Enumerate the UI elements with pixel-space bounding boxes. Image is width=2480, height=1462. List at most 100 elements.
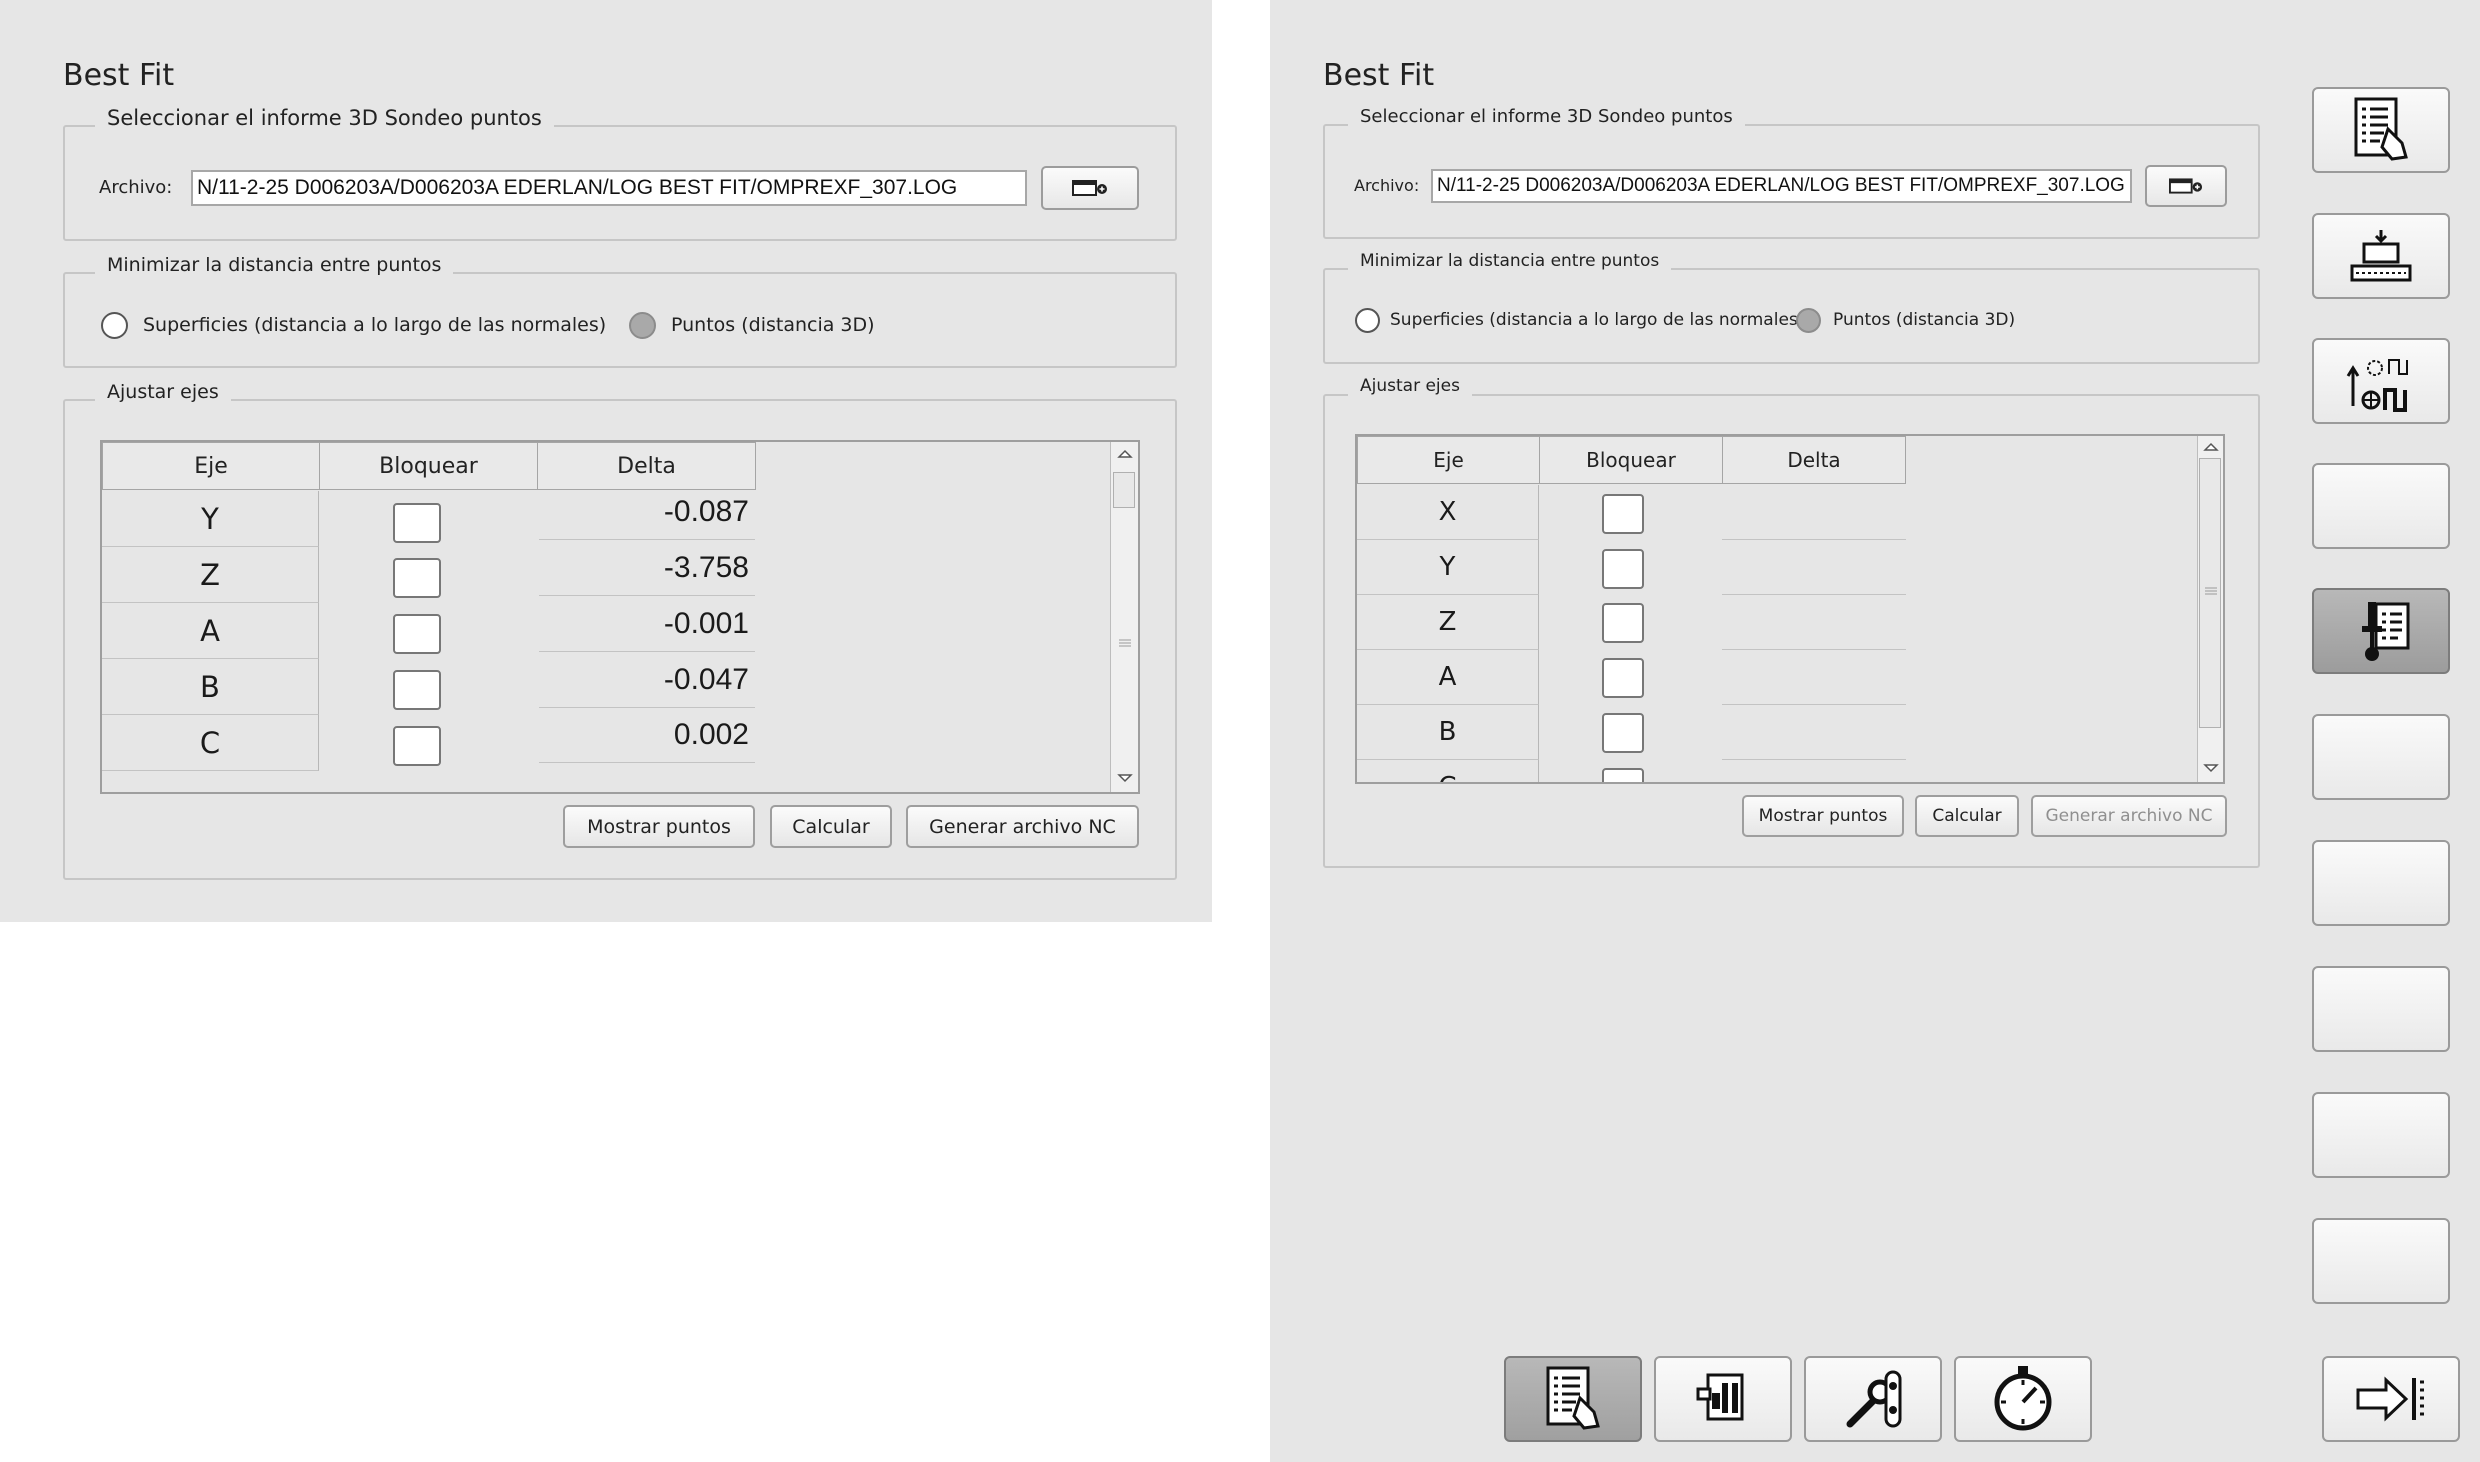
adjust-axes-legend: Ajustar ejes: [1348, 376, 1472, 396]
probe-cycle-icon: [2346, 359, 2408, 412]
column-header-axis: Eje: [1357, 436, 1540, 484]
scroll-up-arrow-icon[interactable]: [2203, 441, 2219, 453]
lock-checkbox-c[interactable]: [1602, 768, 1644, 782]
table-row-delta: -0.087: [539, 484, 755, 540]
radio-surfaces-label: Superficies (distancia a lo largo de las…: [143, 314, 607, 336]
radio-surfaces[interactable]: [1355, 308, 1380, 333]
table-row-axis: X: [1357, 485, 1539, 540]
lock-checkbox-x[interactable]: [1602, 494, 1644, 534]
setup-fixture-icon: [2350, 230, 2412, 282]
table-row-axis: A: [1357, 650, 1539, 705]
table-row-delta: [1722, 540, 1906, 595]
scrollbar-thumb[interactable]: [1113, 472, 1135, 508]
scrollbar-grip-icon: [2205, 587, 2217, 595]
side-button-empty[interactable]: [2312, 840, 2450, 926]
radio-points-label: Puntos (distancia 3D): [1833, 310, 2016, 330]
lock-checkbox-b[interactable]: [393, 670, 441, 710]
lock-checkbox-c[interactable]: [393, 726, 441, 766]
folder-browse-icon: [2169, 178, 2203, 194]
table-row-axis: A: [102, 603, 319, 659]
table-row-axis: B: [1357, 705, 1539, 760]
side-button-program-list[interactable]: [2312, 87, 2450, 173]
table-scrollbar[interactable]: [2197, 436, 2223, 782]
bottom-button-gauge[interactable]: [1954, 1356, 2092, 1442]
show-points-button[interactable]: Mostrar puntos: [1742, 795, 1904, 837]
browse-file-button[interactable]: [2145, 165, 2227, 207]
lock-checkbox-y[interactable]: [1602, 549, 1644, 589]
exit-arrow-icon: [2356, 1376, 2424, 1422]
table-row-delta: 0.002: [539, 707, 755, 763]
column-header-axis: Eje: [102, 442, 320, 490]
radio-points[interactable]: [629, 312, 656, 339]
table-row-axis: C: [1357, 760, 1539, 782]
generate-nc-button[interactable]: Generar archivo NC: [906, 805, 1139, 848]
lock-checkbox-b[interactable]: [1602, 713, 1644, 753]
side-button-empty[interactable]: [2312, 1218, 2450, 1304]
file-path-input[interactable]: N/11-2-25 D006203A/D006203A EDERLAN/LOG …: [1431, 169, 2132, 203]
generate-nc-button[interactable]: Generar archivo NC: [2031, 795, 2227, 837]
radio-points-label: Puntos (distancia 3D): [671, 314, 875, 336]
side-button-empty[interactable]: [2312, 1092, 2450, 1178]
file-path-input[interactable]: N/11-2-25 D006203A/D006203A EDERLAN/LOG …: [191, 170, 1027, 206]
table-row-delta: [1722, 760, 1906, 782]
table-row-delta: [1722, 595, 1906, 650]
minimize-distance-legend: Minimizar la distancia entre puntos: [1348, 251, 1672, 271]
dial-gauge-icon: [1994, 1366, 2052, 1431]
lock-checkbox-z[interactable]: [1602, 603, 1644, 643]
best-fit-dialog-left: Best Fit Seleccionar el informe 3D Sonde…: [0, 0, 1212, 922]
folder-browse-icon: [1072, 180, 1107, 196]
side-button-empty[interactable]: [2312, 463, 2450, 549]
scrollbar-grip-icon: [1119, 639, 1131, 647]
select-report-legend: Seleccionar el informe 3D Sondeo puntos: [1348, 106, 1745, 127]
machine-panel-icon: [1696, 1373, 1744, 1421]
show-points-button[interactable]: Mostrar puntos: [563, 805, 755, 848]
radio-points[interactable]: [1796, 308, 1821, 333]
radio-surfaces[interactable]: [101, 312, 128, 339]
adjust-axes-legend: Ajustar ejes: [95, 381, 231, 403]
bottom-button-program-list[interactable]: [1504, 1356, 1642, 1442]
program-list-hand-icon: [2354, 97, 2408, 161]
file-label: Archivo:: [99, 177, 173, 198]
table-row-delta: [1722, 485, 1906, 540]
table-row-delta: [1722, 650, 1906, 705]
tool-wrench-icon: [1846, 1370, 1902, 1428]
table-row-axis: B: [102, 659, 319, 715]
table-row-delta: -0.001: [539, 596, 755, 652]
column-header-delta: Delta: [1722, 436, 1906, 484]
table-row-axis: C: [102, 715, 319, 771]
scroll-down-arrow-icon[interactable]: [2203, 762, 2219, 774]
axes-table: Eje Bloquear Delta X Y Z A B C: [1355, 434, 2225, 784]
minimize-distance-legend: Minimizar la distancia entre puntos: [95, 254, 454, 276]
radio-surfaces-label: Superficies (distancia a lo largo de las…: [1390, 310, 1805, 330]
best-fit-dialog-right: Best Fit Seleccionar el informe 3D Sonde…: [1270, 0, 2480, 1462]
scroll-up-arrow-icon[interactable]: [1117, 448, 1133, 460]
calculate-button[interactable]: Calcular: [770, 805, 892, 848]
scroll-down-arrow-icon[interactable]: [1117, 772, 1133, 784]
program-list-hand-icon: [1546, 1366, 1600, 1430]
lock-checkbox-y[interactable]: [393, 503, 441, 543]
table-row-delta: [1722, 705, 1906, 760]
probe-report-icon: [2362, 602, 2410, 661]
side-button-probe-cycle[interactable]: [2312, 338, 2450, 424]
bottom-button-machine[interactable]: [1654, 1356, 1792, 1442]
lock-checkbox-z[interactable]: [393, 558, 441, 598]
side-button-empty[interactable]: [2312, 966, 2450, 1052]
select-report-legend: Seleccionar el informe 3D Sondeo puntos: [95, 106, 554, 130]
file-label: Archivo:: [1354, 176, 1420, 195]
side-button-setup[interactable]: [2312, 213, 2450, 299]
table-row-axis: Z: [1357, 595, 1539, 650]
browse-file-button[interactable]: [1041, 166, 1139, 210]
table-row-axis: Y: [102, 491, 319, 547]
lock-checkbox-a[interactable]: [1602, 658, 1644, 698]
page-title: Best Fit: [63, 58, 175, 93]
table-scrollbar[interactable]: [1110, 442, 1138, 792]
table-row-axis: Z: [102, 547, 319, 603]
column-header-lock: Bloquear: [319, 442, 538, 490]
side-button-probe-report[interactable]: [2312, 588, 2450, 674]
lock-checkbox-a[interactable]: [393, 614, 441, 654]
calculate-button[interactable]: Calcular: [1915, 795, 2019, 837]
side-button-empty[interactable]: [2312, 714, 2450, 800]
axes-table: X -0.725 Y -0.087 Z -3.758 A -0.001 B -0…: [100, 440, 1140, 794]
bottom-button-tools[interactable]: [1804, 1356, 1942, 1442]
bottom-button-exit[interactable]: [2322, 1356, 2460, 1442]
